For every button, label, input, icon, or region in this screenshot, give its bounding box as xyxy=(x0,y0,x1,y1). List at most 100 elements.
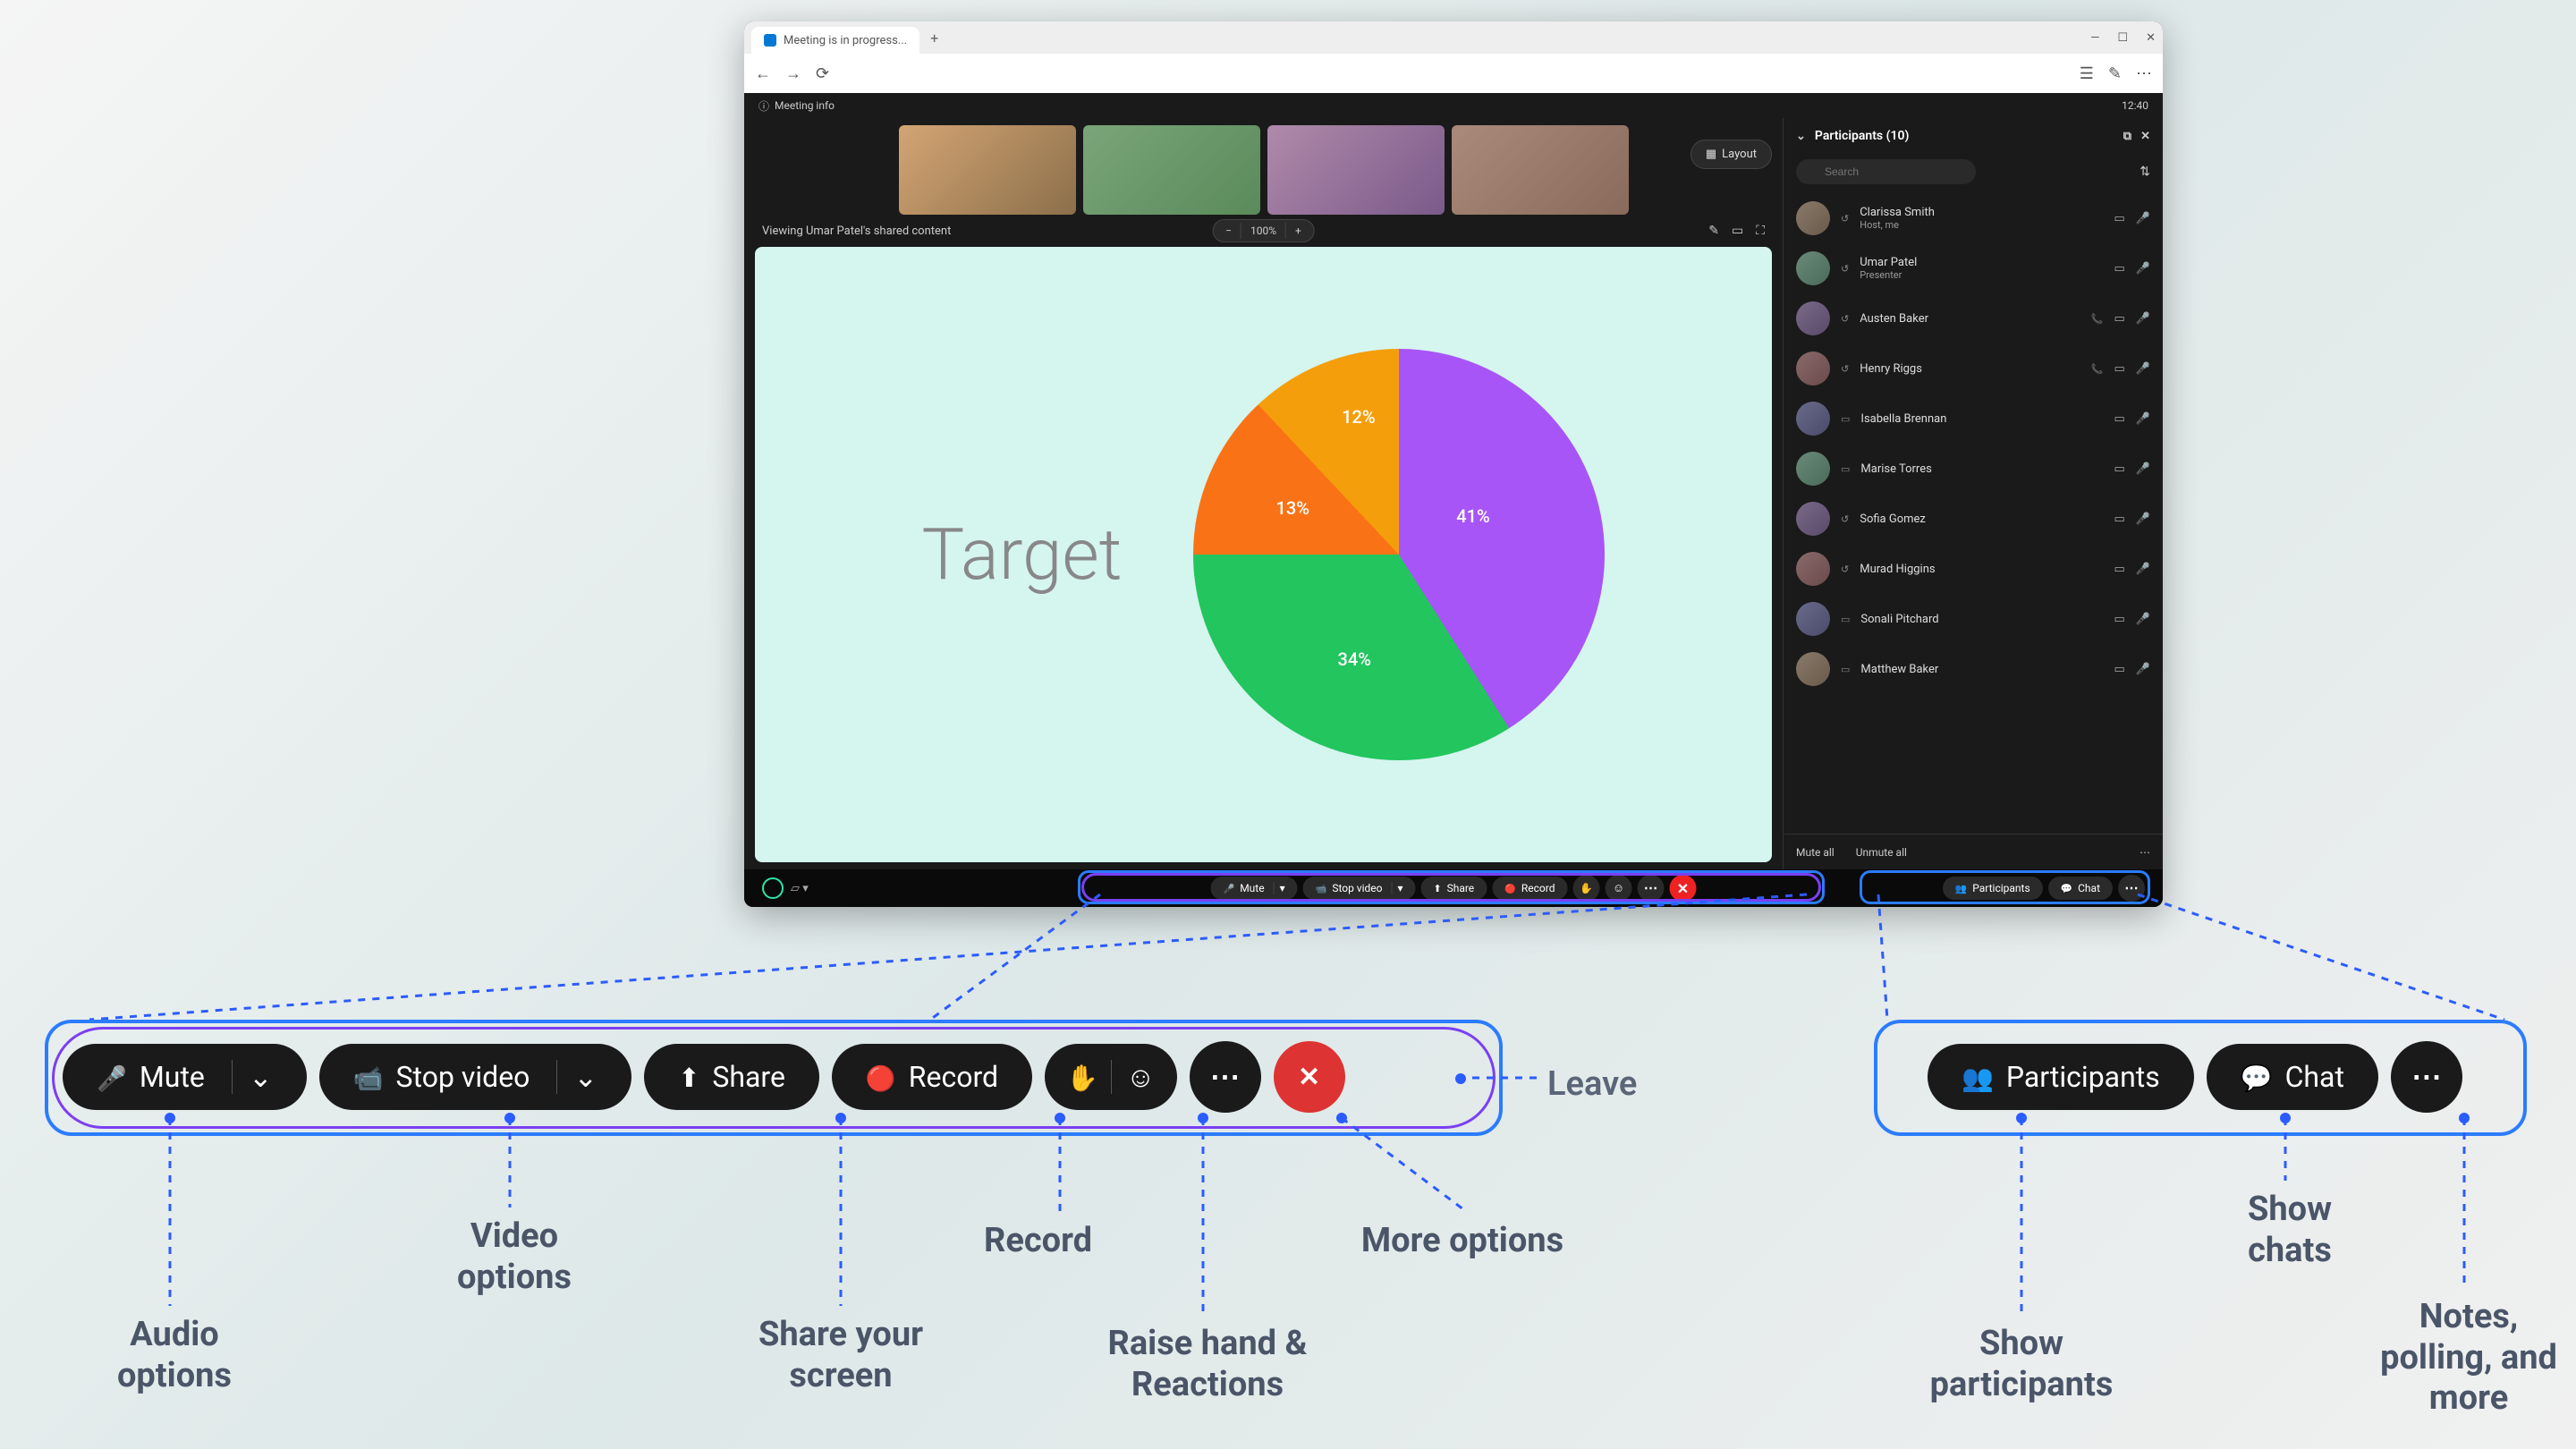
participant-row[interactable]: ↺Murad Higgins▭🎤 xyxy=(1784,544,2163,594)
annotation-audio: Audio options xyxy=(89,1315,259,1396)
pin-button[interactable]: ▱ ▾ xyxy=(791,882,809,895)
tab-title: Meeting is in progress... xyxy=(784,34,907,47)
popout-icon[interactable]: ⧉ xyxy=(2123,130,2131,143)
avatar xyxy=(1796,552,1830,586)
info-icon[interactable]: ⓘ xyxy=(758,98,769,114)
participant-name: Clarissa SmithHost, me xyxy=(1860,206,2103,231)
video-thumbnail[interactable] xyxy=(1452,125,1629,215)
participants-footer: Mute all Unmute all ⋯ xyxy=(1784,834,2163,869)
pie-chart: 41% 34% 13% 12% xyxy=(1193,349,1605,760)
chevron-down-icon[interactable]: ⌄ xyxy=(232,1060,273,1094)
participant-name: Isabella Brennan xyxy=(1860,412,2103,426)
avatar xyxy=(1796,652,1830,686)
big-mute-button[interactable]: Mute⌄ xyxy=(63,1044,307,1110)
participants-header: ⌄ Participants (10) ⧉ ✕ xyxy=(1784,118,2163,154)
annotation-notes: Notes, polling, and more xyxy=(2379,1297,2558,1419)
share-status: Viewing Umar Patel's shared content xyxy=(762,225,951,238)
participant-row[interactable]: ↺Clarissa SmithHost, me▭🎤 xyxy=(1784,193,2163,243)
big-more-button[interactable] xyxy=(1190,1041,1261,1113)
sort-icon[interactable]: ⇅ xyxy=(2140,165,2150,179)
big-share-button[interactable]: Share xyxy=(644,1044,819,1110)
footer-more-icon[interactable]: ⋯ xyxy=(2140,846,2150,859)
video-thumbnail[interactable] xyxy=(1267,125,1445,215)
camera-icon: ▭ xyxy=(2114,563,2125,576)
browser-tab[interactable]: Meeting is in progress... xyxy=(751,27,919,54)
avatar xyxy=(1796,352,1830,386)
participant-row[interactable]: ▭Matthew Baker▭🎤 xyxy=(1784,644,2163,694)
link-icon: ↺ xyxy=(1841,313,1849,325)
close-window-button[interactable]: ✕ xyxy=(2146,31,2156,45)
video-thumbnail[interactable] xyxy=(1083,125,1260,215)
participants-button[interactable]: Participants xyxy=(1943,877,2043,900)
big-record-button[interactable]: Record xyxy=(832,1044,1032,1110)
annotation-participants: Show participants xyxy=(1896,1324,2147,1405)
edit-icon[interactable]: ✎ xyxy=(2108,64,2122,83)
participant-row[interactable]: ↺Austen Baker📞▭🎤 xyxy=(1784,293,2163,343)
layout-button[interactable]: ▦ Layout xyxy=(1690,140,1772,169)
big-participants-button[interactable]: Participants xyxy=(1928,1044,2194,1110)
avatar xyxy=(1796,251,1830,285)
meeting-info-label[interactable]: Meeting info xyxy=(775,99,835,112)
big-chat-button[interactable]: Chat xyxy=(2207,1044,2378,1110)
participant-name: Austen Baker xyxy=(1860,312,2080,326)
zoom-out-button[interactable]: − xyxy=(1216,223,1241,239)
panel-more-button[interactable] xyxy=(2118,875,2145,902)
callout-right: Participants Chat xyxy=(1928,1041,2462,1113)
participants-list: ↺Clarissa SmithHost, me▭🎤↺Umar PatelPres… xyxy=(1784,190,2163,834)
screen-icon[interactable]: ▭ xyxy=(1732,224,1743,238)
search-row: ⇅ xyxy=(1784,154,2163,190)
participant-row[interactable]: ↺Henry Riggs📞▭🎤 xyxy=(1784,343,2163,394)
chevron-down-icon[interactable]: ⌄ xyxy=(556,1060,597,1094)
shared-content: Target 41% 34% 13% 12% xyxy=(755,247,1772,862)
forward-button[interactable]: → xyxy=(785,64,801,83)
zoom-in-button[interactable]: + xyxy=(1286,223,1310,239)
mute-all-button[interactable]: Mute all xyxy=(1796,846,1835,859)
participant-row[interactable]: ▭Isabella Brennan▭🎤 xyxy=(1784,394,2163,444)
big-hand-reactions-button[interactable] xyxy=(1045,1044,1177,1110)
fullscreen-icon[interactable]: ⛶ xyxy=(1756,224,1765,238)
annotation-raise: Raise hand & Reactions xyxy=(1064,1324,1351,1405)
big-panel-more-button[interactable] xyxy=(2391,1041,2462,1113)
meeting-window: Meeting is in progress... + — ☐ ✕ ← → ⟳ … xyxy=(744,21,2163,907)
more-icon[interactable]: ⋯ xyxy=(2136,64,2152,83)
participant-row[interactable]: ↺Sofia Gomez▭🎤 xyxy=(1784,494,2163,544)
chat-button[interactable]: Chat xyxy=(2048,877,2113,900)
close-panel-icon[interactable]: ✕ xyxy=(2140,130,2150,143)
callout-left: Mute⌄ Stop video⌄ Share Record xyxy=(63,1041,1345,1113)
titlebar: Meeting is in progress... + — ☐ ✕ xyxy=(744,21,2163,54)
participants-title: Participants (10) xyxy=(1815,129,1909,143)
emoji-icon xyxy=(1126,1060,1156,1094)
people-icon xyxy=(1962,1060,1994,1094)
annotation-video: Video options xyxy=(429,1216,599,1298)
participant-row[interactable]: ▭Marise Torres▭🎤 xyxy=(1784,444,2163,494)
participant-row[interactable]: ▭Sonali Pitchard▭🎤 xyxy=(1784,594,2163,644)
participant-row[interactable]: ↺Umar PatelPresenter▭🎤 xyxy=(1784,243,2163,293)
menu-icon[interactable]: ☰ xyxy=(2080,64,2094,83)
avatar xyxy=(1796,301,1830,335)
assistant-button[interactable] xyxy=(762,877,784,899)
back-button[interactable]: ← xyxy=(755,64,771,83)
phone-icon: 📞 xyxy=(2091,363,2104,375)
camera-icon: ▭ xyxy=(2114,663,2125,676)
maximize-button[interactable]: ☐ xyxy=(2117,31,2128,45)
camera-icon: ▭ xyxy=(2114,312,2125,326)
grid-icon: ▦ xyxy=(1706,148,1716,161)
big-stop-video-button[interactable]: Stop video⌄ xyxy=(319,1044,632,1110)
link-icon: ↺ xyxy=(1841,213,1849,225)
mic-status-icon: 🎤 xyxy=(2136,613,2150,626)
refresh-button[interactable]: ⟳ xyxy=(816,64,829,83)
participant-name: Umar PatelPresenter xyxy=(1860,256,2103,281)
main-area: ▦ Layout Viewing Umar Patel's shared con… xyxy=(744,118,2163,869)
participant-name: Sofia Gomez xyxy=(1860,513,2103,526)
collapse-icon[interactable]: ⌄ xyxy=(1796,130,1806,143)
pie-label: 13% xyxy=(1275,497,1309,519)
new-tab-button[interactable]: + xyxy=(930,30,938,47)
big-leave-button[interactable] xyxy=(1274,1041,1345,1113)
search-input[interactable] xyxy=(1796,159,1976,184)
camera-icon: ▭ xyxy=(2114,613,2125,626)
video-thumbnail[interactable] xyxy=(899,125,1076,215)
bottom-right-controls: Participants Chat xyxy=(1943,875,2145,902)
unmute-all-button[interactable]: Unmute all xyxy=(1856,846,1907,859)
minimize-button[interactable]: — xyxy=(2090,31,2099,45)
annotate-icon[interactable]: ✎ xyxy=(1708,224,1719,238)
